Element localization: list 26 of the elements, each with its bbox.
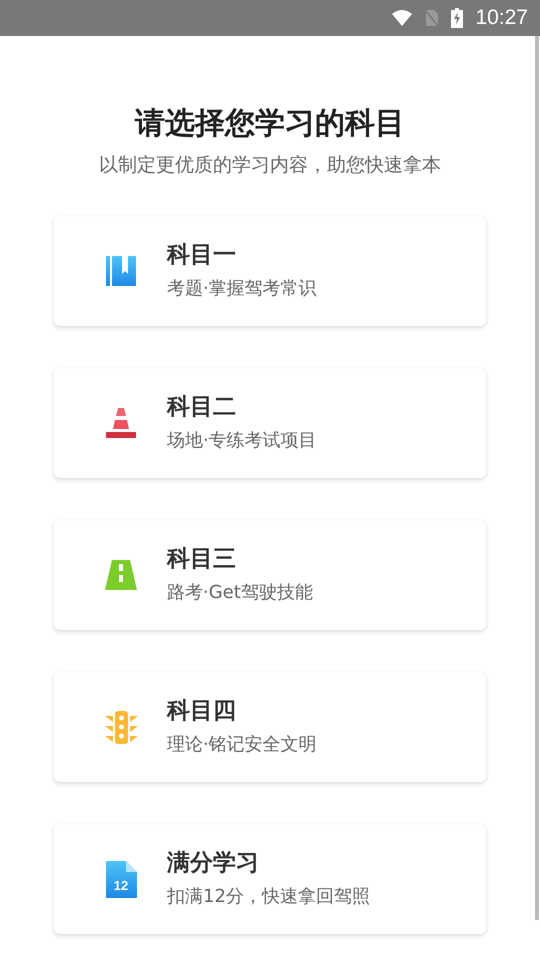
subject-description: 扣满12分，快速拿回驾照 — [167, 885, 370, 909]
subject-title: 科目三 — [167, 545, 237, 574]
subject-title: 科目一 — [167, 241, 237, 270]
subject-card[interactable]: 科目一 考题·掌握驾考常识 — [54, 216, 486, 326]
road-icon — [104, 558, 139, 592]
subject-title: 科目二 — [167, 393, 237, 422]
battery-icon — [451, 8, 464, 28]
subject-card[interactable]: 科目二 场地·专练考试项目 — [54, 368, 486, 478]
page-subtitle: 以制定更优质的学习内容，助您快速拿本 — [99, 153, 441, 178]
subject-card[interactable]: 科目三 路考·Get驾驶技能 — [54, 520, 486, 630]
subject-description: 考题·掌握驾考常识 — [167, 277, 317, 301]
page-title: 请选择您学习的科目 — [135, 105, 405, 143]
subject-description: 理论·铭记安全文明 — [167, 733, 317, 757]
traffic-cone-icon — [104, 406, 139, 440]
subject-title: 满分学习 — [167, 849, 260, 878]
clock-time: 10:27 — [475, 6, 528, 30]
no-sim-icon — [425, 9, 440, 27]
subject-description: 场地·专练考试项目 — [167, 429, 317, 453]
document-icon: 12 — [104, 860, 139, 898]
subject-title: 科目四 — [167, 697, 237, 726]
traffic-light-icon — [104, 710, 139, 744]
subject-card[interactable]: 科目四 理论·铭记安全文明 — [54, 672, 486, 782]
book-icon — [104, 254, 139, 288]
subject-description: 路考·Get驾驶技能 — [167, 581, 313, 605]
wifi-icon — [391, 9, 414, 27]
subject-card[interactable]: 12 满分学习 扣满12分，快速拿回驾照 — [54, 824, 486, 934]
